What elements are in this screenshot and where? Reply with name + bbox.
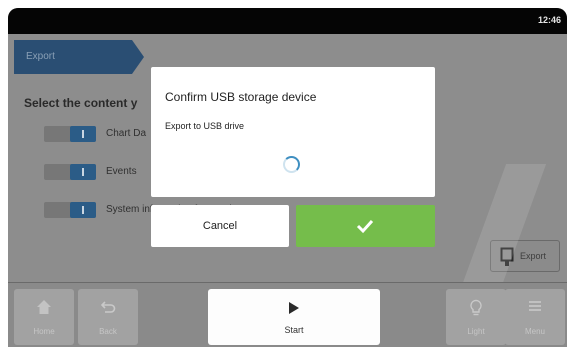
option-label: Chart Da bbox=[106, 128, 147, 139]
confirm-button[interactable] bbox=[296, 205, 435, 247]
hamburger-menu-icon bbox=[529, 301, 541, 311]
menu-label: Menu bbox=[524, 327, 545, 336]
start-button[interactable]: Start bbox=[208, 289, 380, 345]
menu-button[interactable]: Menu bbox=[505, 289, 565, 345]
dialog-message: Export to USB drive bbox=[165, 121, 245, 131]
dialog-title: Confirm USB storage device bbox=[165, 90, 317, 104]
breadcrumb[interactable]: Export bbox=[14, 40, 144, 74]
usb-confirm-dialog: Confirm USB storage device Export to USB… bbox=[151, 67, 435, 197]
bulb-icon bbox=[470, 299, 482, 316]
light-button[interactable]: Light bbox=[446, 289, 506, 345]
breadcrumb-label: Export bbox=[26, 51, 55, 62]
home-icon bbox=[37, 300, 51, 314]
home-label: Home bbox=[33, 327, 55, 336]
start-label: Start bbox=[284, 325, 304, 335]
status-bar: 12:46 bbox=[8, 8, 567, 34]
back-button[interactable]: Back bbox=[78, 289, 138, 345]
back-label: Back bbox=[99, 327, 117, 336]
bottom-nav: Home Back Start Light Menu bbox=[8, 282, 567, 347]
home-button[interactable]: Home bbox=[14, 289, 74, 345]
events-toggle[interactable] bbox=[44, 164, 96, 180]
cancel-button[interactable]: Cancel bbox=[151, 205, 289, 247]
clock: 12:46 bbox=[537, 15, 561, 25]
chart-data-toggle[interactable] bbox=[44, 126, 96, 142]
back-arrow-icon bbox=[100, 301, 116, 313]
light-label: Light bbox=[467, 327, 485, 336]
loading-spinner-icon bbox=[283, 156, 300, 173]
play-icon bbox=[289, 302, 299, 314]
checkmark-icon bbox=[356, 219, 374, 234]
system-info-toggle[interactable] bbox=[44, 202, 96, 218]
option-label: Events bbox=[106, 166, 137, 177]
select-content-prompt: Select the content y bbox=[24, 96, 138, 110]
